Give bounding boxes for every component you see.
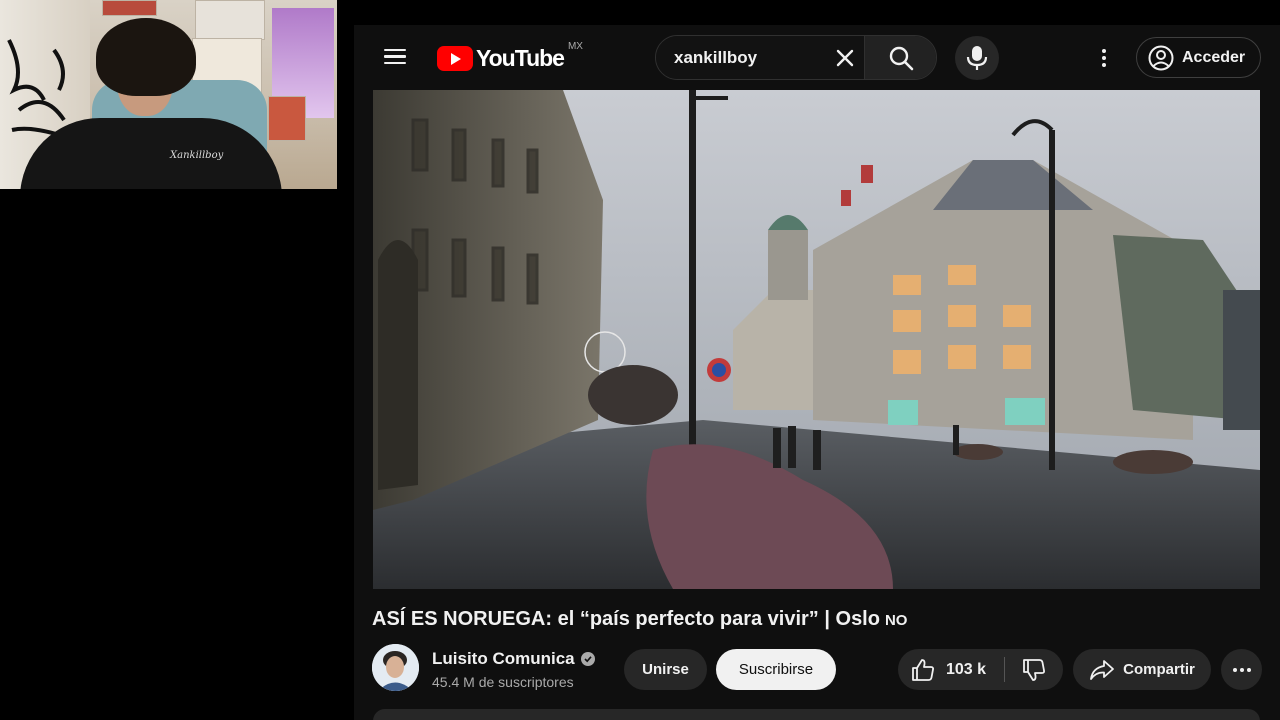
channel-avatar[interactable] xyxy=(372,644,419,691)
poster xyxy=(195,0,265,40)
voice-search-button[interactable] xyxy=(955,36,999,80)
more-vert-icon[interactable] xyxy=(1094,45,1114,71)
video-player[interactable] xyxy=(373,90,1260,589)
youtube-logo[interactable]: YouTube MX xyxy=(437,41,583,71)
logo-text: YouTube xyxy=(476,44,565,71)
mic-icon xyxy=(966,46,988,70)
poster xyxy=(268,96,306,141)
video-title: ASÍ ES NORUEGA: el “país perfecto para v… xyxy=(372,608,907,631)
dislike-icon xyxy=(1023,658,1045,681)
webcam-overlay: Xankillboy xyxy=(0,0,337,189)
channel-info: Luisito Comunica 45.4 M de suscriptores xyxy=(432,649,595,690)
youtube-logo-icon xyxy=(437,45,473,71)
top-bar: YouTube MX xankillboy Acceder xyxy=(354,25,1280,90)
poster xyxy=(102,0,157,16)
account-icon xyxy=(1148,45,1174,70)
clear-icon[interactable] xyxy=(834,47,856,69)
flag-text: NO xyxy=(884,612,908,629)
shirt-logo: Xankillboy xyxy=(170,150,224,161)
menu-icon[interactable] xyxy=(380,45,412,71)
dislike-button[interactable] xyxy=(1005,649,1063,690)
person-hair xyxy=(96,18,196,96)
signin-label: Acceder xyxy=(1182,48,1246,66)
video-frame xyxy=(373,90,1260,589)
person-body xyxy=(20,118,282,189)
subscriber-count: 45.4 M de suscriptores xyxy=(432,674,574,690)
share-icon xyxy=(1090,659,1115,680)
like-count: 103 k xyxy=(946,660,987,678)
video-title-text: ASÍ ES NORUEGA: el “país perfecto para v… xyxy=(372,608,880,630)
share-button[interactable]: Compartir xyxy=(1073,649,1211,690)
youtube-page: YouTube MX xankillboy Acceder ASÍ ES NOR… xyxy=(354,25,1280,720)
subscribe-button[interactable]: Suscribirse xyxy=(716,649,836,690)
search-button[interactable] xyxy=(864,36,936,79)
description-box[interactable] xyxy=(373,709,1260,720)
share-label: Compartir xyxy=(1123,661,1195,678)
search-input[interactable] xyxy=(656,36,864,79)
more-horiz-icon[interactable] xyxy=(1221,649,1262,690)
verified-icon xyxy=(580,652,595,666)
like-button[interactable]: 103 k xyxy=(898,649,1004,690)
region-code: MX xyxy=(567,41,583,52)
search-box xyxy=(655,35,937,80)
avatar-image xyxy=(372,644,419,691)
channel-name[interactable]: Luisito Comunica xyxy=(432,649,595,669)
signin-button[interactable]: Acceder xyxy=(1136,37,1261,78)
like-icon xyxy=(912,658,934,681)
search-field xyxy=(656,36,864,79)
join-button[interactable]: Unirse xyxy=(624,649,707,690)
channel-name-text: Luisito Comunica xyxy=(432,649,575,668)
search-icon xyxy=(889,46,913,70)
like-dislike-group: 103 k xyxy=(898,649,1063,690)
screen: Xankillboy YouTube MX xankillboy Acceder… xyxy=(0,0,1280,720)
